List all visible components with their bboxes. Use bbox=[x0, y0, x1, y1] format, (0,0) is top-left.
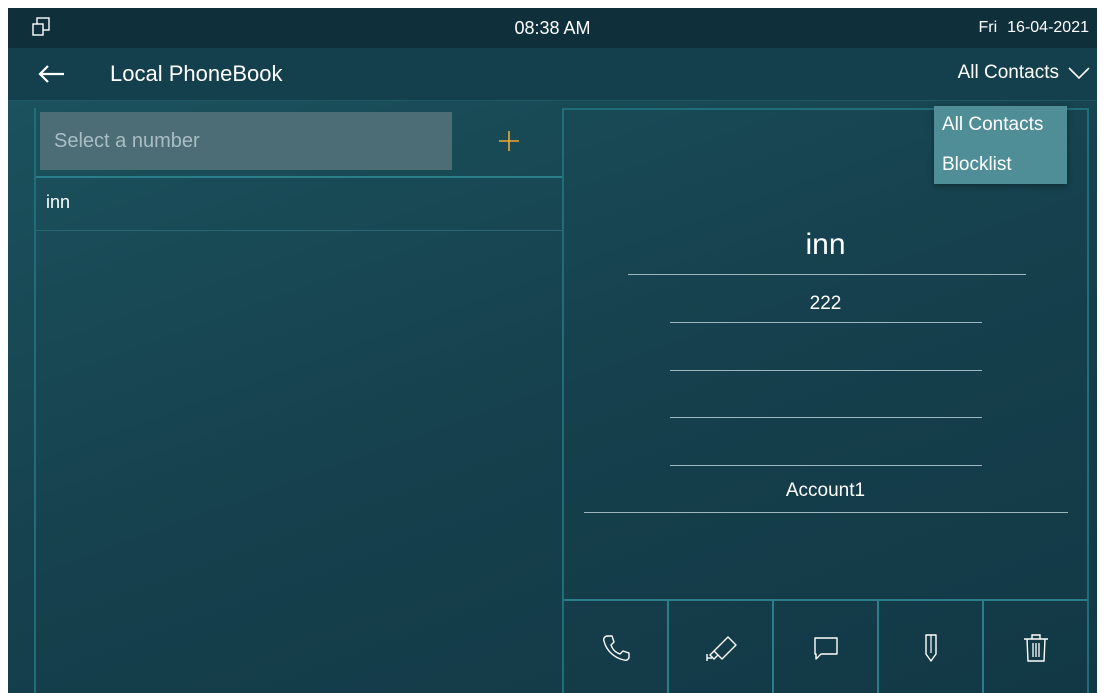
back-arrow-icon[interactable] bbox=[34, 60, 70, 88]
message-icon bbox=[813, 637, 838, 660]
contact-detail-panel: inn 222 Account1 bbox=[562, 108, 1089, 693]
status-bar: 08:38 AM Fri 16-04-2021 bbox=[8, 8, 1097, 48]
filter-dropdown-menu: All Contacts Blocklist bbox=[934, 106, 1067, 184]
contact-list-panel: inn bbox=[34, 108, 564, 693]
divider bbox=[670, 370, 982, 371]
contacts-filter-dropdown[interactable]: All Contacts bbox=[958, 58, 1091, 88]
dropdown-item-blocklist[interactable]: Blocklist bbox=[942, 154, 1012, 176]
divider bbox=[584, 512, 1068, 513]
action-bar bbox=[564, 599, 1087, 693]
search-input[interactable] bbox=[40, 112, 452, 170]
message-button[interactable] bbox=[774, 601, 879, 693]
contact-name: inn bbox=[46, 192, 71, 212]
delete-button[interactable] bbox=[984, 601, 1087, 693]
detail-account: Account1 bbox=[785, 480, 866, 501]
chevron-down-icon bbox=[1068, 67, 1090, 80]
divider bbox=[670, 465, 982, 466]
header-bar: Local PhoneBook All Contacts bbox=[8, 48, 1097, 101]
status-day: Fri bbox=[978, 19, 998, 36]
detail-name: inn bbox=[805, 228, 846, 261]
search-row bbox=[36, 108, 562, 178]
divider bbox=[670, 322, 982, 323]
divider bbox=[670, 417, 982, 418]
phonebook-screen: 08:38 AM Fri 16-04-2021 Local PhoneBook A… bbox=[8, 8, 1097, 693]
edit-pencil-icon bbox=[924, 634, 937, 662]
filter-label: All Contacts bbox=[957, 62, 1059, 83]
list-item[interactable]: inn bbox=[36, 178, 562, 231]
call-button[interactable] bbox=[564, 601, 669, 693]
status-time: 08:38 AM bbox=[514, 18, 591, 38]
phone-icon bbox=[602, 635, 630, 661]
edit-button[interactable] bbox=[879, 601, 984, 693]
page-title: Local PhoneBook bbox=[110, 61, 283, 86]
status-date-value: 16-04-2021 bbox=[1007, 19, 1089, 36]
video-call-button[interactable] bbox=[669, 601, 774, 693]
trash-icon bbox=[1023, 634, 1048, 662]
detail-number: 222 bbox=[809, 293, 842, 314]
dropdown-item-all-contacts[interactable]: All Contacts bbox=[942, 114, 1043, 136]
divider bbox=[628, 274, 1026, 275]
video-camera-icon bbox=[705, 636, 737, 661]
plus-icon[interactable] bbox=[496, 128, 522, 154]
status-date: Fri 16-04-2021 bbox=[969, 19, 1090, 37]
